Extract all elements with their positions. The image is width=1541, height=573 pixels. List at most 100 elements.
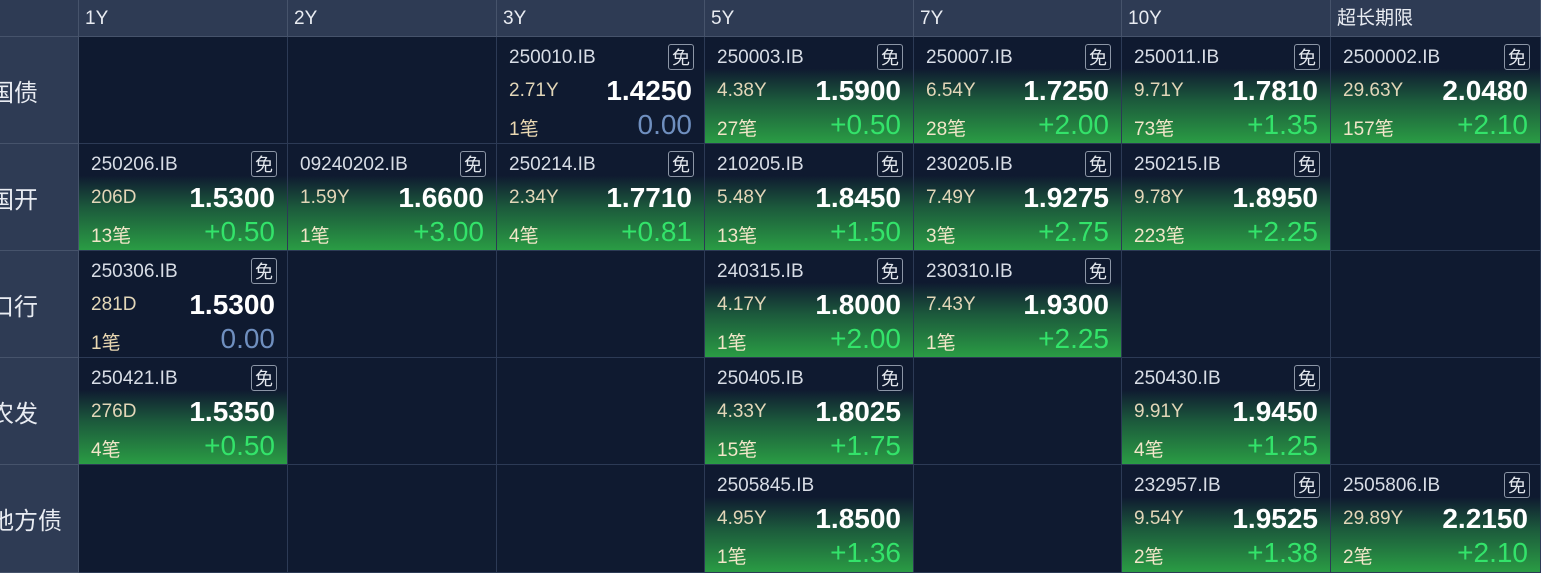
bond-code: 2505845.IB	[717, 475, 815, 496]
grid-cell: 250011.IB 免 9.71Y 1.7810 73笔 +1.35	[1122, 37, 1331, 144]
row-header[interactable]: 国开	[0, 144, 79, 251]
yield-change: +1.36	[830, 537, 901, 568]
yield-value: 2.0480	[1442, 75, 1528, 106]
tax-exempt-badge: 免	[251, 365, 277, 391]
bond-quote-card[interactable]: 250010.IB 免 2.71Y 1.4250 1笔 0.00	[497, 37, 704, 143]
yield-value: 1.9275	[1023, 182, 1109, 213]
bond-quote-card[interactable]: 250214.IB 免 2.34Y 1.7710 4笔 +0.81	[497, 144, 704, 250]
tax-exempt-badge: 免	[1294, 472, 1320, 498]
yield-value: 1.4250	[606, 75, 692, 106]
yield-change: +1.38	[1247, 537, 1318, 568]
bond-quote-card[interactable]: 250011.IB 免 9.71Y 1.7810 73笔 +1.35	[1122, 37, 1330, 143]
bond-quote-card[interactable]: 2505845.IB 4.95Y 1.8500 1笔 +1.36	[705, 465, 913, 572]
trade-count: 1笔	[926, 333, 956, 354]
trade-count: 1笔	[717, 333, 747, 354]
yield-value: 1.8000	[815, 289, 901, 320]
grid-cell	[914, 465, 1122, 573]
yield-value: 1.8450	[815, 182, 901, 213]
tax-exempt-badge: 免	[460, 151, 486, 177]
bond-code: 250306.IB	[91, 261, 178, 282]
yield-change: +1.25	[1247, 430, 1318, 461]
bond-quote-card[interactable]: 250421.IB 免 276D 1.5350 4笔 +0.50	[79, 358, 287, 464]
column-header-7Y[interactable]: 7Y	[914, 0, 1122, 37]
trade-count: 27笔	[717, 119, 758, 140]
bond-quote-matrix: 1Y2Y3Y5Y7Y10Y超长期限国债 250010.IB 免 2.71Y 1.4250…	[0, 0, 1541, 573]
bond-code: 250421.IB	[91, 368, 178, 389]
remaining-term: 5.48Y	[717, 187, 767, 208]
trade-count: 73笔	[1134, 119, 1175, 140]
bond-code: 250215.IB	[1134, 154, 1221, 175]
row-header[interactable]: 口行	[0, 251, 79, 358]
tax-exempt-badge: 免	[1504, 44, 1530, 70]
bond-quote-card[interactable]: 232957.IB 免 9.54Y 1.9525 2笔 +1.38	[1122, 465, 1330, 572]
column-header-2Y[interactable]: 2Y	[288, 0, 497, 37]
grid-cell	[288, 251, 497, 358]
bond-quote-card[interactable]: 250430.IB 免 9.91Y 1.9450 4笔 +1.25	[1122, 358, 1330, 464]
bond-code: 250430.IB	[1134, 368, 1221, 389]
grid-cell	[79, 465, 288, 573]
yield-value: 1.8950	[1232, 182, 1318, 213]
bond-quote-card[interactable]: 240315.IB 免 4.17Y 1.8000 1笔 +2.00	[705, 251, 913, 357]
grid-cell	[288, 465, 497, 573]
trade-count: 4笔	[509, 226, 539, 247]
trade-count: 13笔	[717, 226, 758, 247]
bond-quote-card[interactable]: 230205.IB 免 7.49Y 1.9275 3笔 +2.75	[914, 144, 1121, 250]
grid-cell: 09240202.IB 免 1.59Y 1.6600 1笔 +3.00	[288, 144, 497, 251]
yield-change: +2.25	[1038, 323, 1109, 354]
bond-code: 2500002.IB	[1343, 47, 1441, 68]
bond-code: 250003.IB	[717, 47, 804, 68]
bond-quote-card[interactable]: 210205.IB 免 5.48Y 1.8450 13笔 +1.50	[705, 144, 913, 250]
column-header-3Y[interactable]: 3Y	[497, 0, 705, 37]
remaining-term: 4.95Y	[717, 508, 767, 529]
grid-cell	[1331, 144, 1541, 251]
tax-exempt-badge: 免	[1085, 151, 1111, 177]
bond-quote-card[interactable]: 2500002.IB 免 29.63Y 2.0480 157笔 +2.10	[1331, 37, 1540, 143]
bond-quote-card[interactable]: 250007.IB 免 6.54Y 1.7250 28笔 +2.00	[914, 37, 1121, 143]
yield-change: +0.50	[204, 430, 275, 461]
grid-cell: 250421.IB 免 276D 1.5350 4笔 +0.50	[79, 358, 288, 465]
bond-quote-card[interactable]: 230310.IB 免 7.43Y 1.9300 1笔 +2.25	[914, 251, 1121, 357]
row-header[interactable]: 地方债	[0, 465, 79, 573]
tax-exempt-badge: 免	[1294, 44, 1320, 70]
trade-count: 2笔	[1134, 547, 1164, 568]
row-header[interactable]: 农发	[0, 358, 79, 465]
tax-exempt-badge: 免	[1504, 472, 1530, 498]
trade-count: 4笔	[1134, 440, 1164, 461]
yield-change: +2.10	[1457, 109, 1528, 140]
grid-cell: 230310.IB 免 7.43Y 1.9300 1笔 +2.25	[914, 251, 1122, 358]
tax-exempt-badge: 免	[1085, 258, 1111, 284]
row-label: 口行	[0, 293, 38, 321]
column-header-5Y[interactable]: 5Y	[705, 0, 914, 37]
bond-quote-card[interactable]: 250206.IB 免 206D 1.5300 13笔 +0.50	[79, 144, 287, 250]
grid-cell: 210205.IB 免 5.48Y 1.8450 13笔 +1.50	[705, 144, 914, 251]
bond-quote-card[interactable]: 250003.IB 免 4.38Y 1.5900 27笔 +0.50	[705, 37, 913, 143]
column-header-10Y[interactable]: 10Y	[1122, 0, 1331, 37]
grid-cell: 2500002.IB 免 29.63Y 2.0480 157笔 +2.10	[1331, 37, 1541, 144]
bond-quote-card[interactable]: 250405.IB 免 4.33Y 1.8025 15笔 +1.75	[705, 358, 913, 464]
remaining-term: 7.49Y	[926, 187, 976, 208]
bond-quote-card[interactable]: 250215.IB 免 9.78Y 1.8950 223笔 +2.25	[1122, 144, 1330, 250]
yield-change: +2.10	[1457, 537, 1528, 568]
bond-quote-card[interactable]: 250306.IB 免 281D 1.5300 1笔 0.00	[79, 251, 287, 357]
tax-exempt-badge: 免	[1294, 151, 1320, 177]
row-label: 地方债	[0, 508, 62, 535]
yield-change: +1.50	[830, 216, 901, 247]
bond-quote-card[interactable]: 2505806.IB 免 29.89Y 2.2150 2笔 +2.10	[1331, 465, 1540, 572]
remaining-term: 206D	[91, 187, 137, 208]
row-header[interactable]: 国债	[0, 37, 79, 144]
grid-cell: 250214.IB 免 2.34Y 1.7710 4笔 +0.81	[497, 144, 705, 251]
row-label: 国开	[0, 186, 38, 214]
grid-cell	[1331, 358, 1541, 465]
column-header-1Y[interactable]: 1Y	[79, 0, 288, 37]
remaining-term: 9.91Y	[1134, 401, 1184, 422]
grid-cell	[288, 37, 497, 144]
grid-cell	[914, 358, 1122, 465]
column-header-超长期限[interactable]: 超长期限	[1331, 0, 1541, 37]
yield-value: 1.5300	[189, 182, 275, 213]
bond-code: 250007.IB	[926, 47, 1013, 68]
tax-exempt-badge: 免	[1085, 44, 1111, 70]
bond-quote-card[interactable]: 09240202.IB 免 1.59Y 1.6600 1笔 +3.00	[288, 144, 496, 250]
remaining-term: 4.38Y	[717, 80, 767, 101]
remaining-term: 29.63Y	[1343, 80, 1404, 101]
yield-value: 1.7250	[1023, 75, 1109, 106]
